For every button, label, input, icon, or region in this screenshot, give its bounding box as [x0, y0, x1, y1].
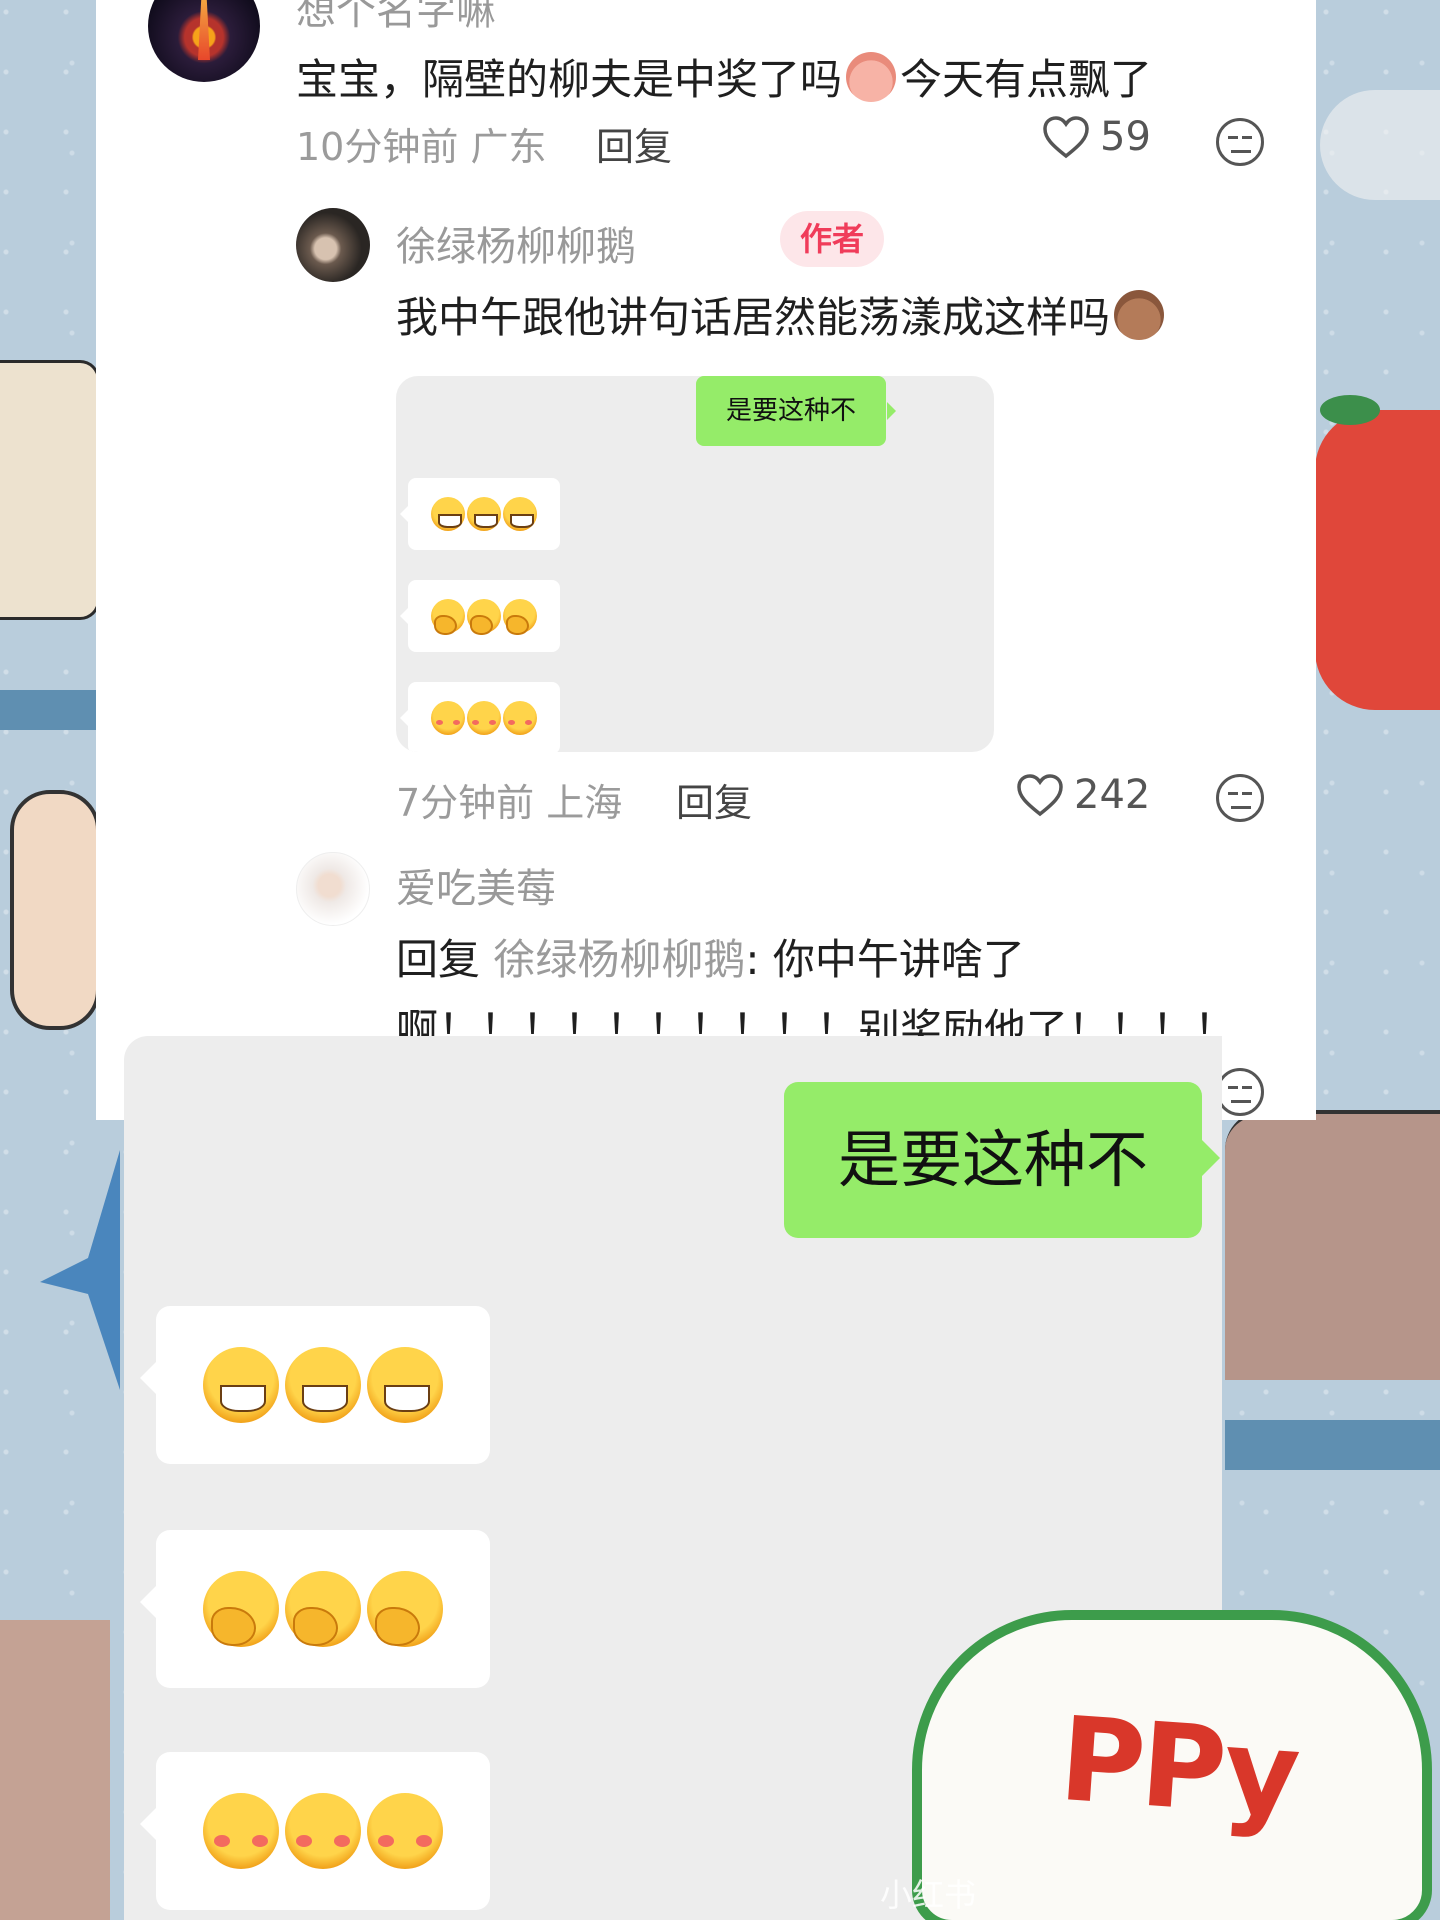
- grin-emoji-icon: [203, 1347, 279, 1423]
- more-options-icon[interactable]: [1216, 1068, 1264, 1116]
- chat-screenshot-image[interactable]: 是要这种不: [396, 376, 994, 752]
- like-count: 242: [1074, 772, 1151, 818]
- background-decoration: [10, 790, 100, 1030]
- heart-icon: [1017, 774, 1063, 817]
- reply-username[interactable]: 爱吃美莓: [396, 856, 556, 914]
- shy-smile-emoji-icon: [203, 1793, 279, 1869]
- shy-smile-emoji-icon: [467, 701, 501, 735]
- like-count: 59: [1100, 114, 1151, 160]
- watermark: 小红书: [880, 1876, 977, 1914]
- background-decoration: [0, 690, 100, 730]
- author-badge: 作者: [780, 211, 885, 267]
- comment-username[interactable]: 想个名字嘛: [296, 0, 496, 36]
- avatar[interactable]: [296, 208, 370, 282]
- chat-bubble-received: [140, 1752, 490, 1910]
- background-decoration: [40, 1150, 120, 1390]
- peach-emoji-icon: [846, 52, 897, 102]
- background-decoration: [0, 360, 100, 620]
- comment-meta: 10分钟前 广东: [296, 125, 547, 169]
- reply-text: 回复 徐绿杨柳柳鹅: 你中午讲啥了: [396, 935, 1025, 984]
- reply-to-username[interactable]: 徐绿杨柳柳鹅: [493, 935, 745, 984]
- heart-icon: [1043, 116, 1089, 159]
- like-button[interactable]: 242: [1016, 772, 1150, 818]
- grin-emoji-icon: [467, 497, 501, 531]
- background-decoration: [1320, 90, 1440, 200]
- cover-mouth-emoji-icon: [467, 599, 501, 635]
- shy-smile-emoji-icon: [285, 1793, 361, 1869]
- sticker-text: PPy: [1055, 1691, 1301, 1844]
- reply-text: 我中午跟他讲句话居然能荡漾成这样吗: [396, 284, 1168, 345]
- shy-smile-emoji-icon: [503, 701, 537, 735]
- chat-bubble-received: [400, 580, 560, 652]
- cover-mouth-emoji-icon: [431, 599, 465, 635]
- bag-emoji-icon: [1114, 290, 1165, 340]
- avatar[interactable]: [296, 852, 370, 926]
- shy-smile-emoji-icon: [367, 1793, 443, 1869]
- leaf-illustration: [1320, 395, 1380, 425]
- cover-mouth-emoji-icon: [285, 1571, 361, 1647]
- chat-bubble-received: [400, 478, 560, 550]
- comment-text: 宝宝，隔壁的柳夫是中奖了吗 今天有点飘了: [296, 46, 1152, 107]
- chat-bubble-received: [140, 1530, 490, 1688]
- grin-emoji-icon: [503, 497, 537, 531]
- background-decoration: [1225, 1110, 1440, 1380]
- reply-meta: 7分钟前 上海: [396, 781, 623, 825]
- chat-bubble-received: [140, 1306, 490, 1464]
- background-decoration: [0, 1620, 110, 1920]
- chat-bubble-sent: 是要这种不: [784, 1082, 1220, 1238]
- more-options-icon[interactable]: [1216, 774, 1264, 822]
- chat-bubble-sent: 是要这种不: [696, 376, 896, 446]
- like-button[interactable]: 59: [1042, 114, 1151, 160]
- chat-bubble-received: [400, 682, 560, 752]
- comment-thread: 想个名字嘛 宝宝，隔壁的柳夫是中奖了吗 今天有点飘了 10分钟前 广东 回复 59…: [96, 0, 1316, 1120]
- avatar[interactable]: [148, 0, 260, 82]
- tomato-illustration: [1315, 410, 1440, 710]
- background-decoration: [1225, 1420, 1440, 1470]
- reply-button[interactable]: 回复: [676, 772, 752, 827]
- cover-mouth-emoji-icon: [203, 1571, 279, 1647]
- cover-mouth-emoji-icon: [503, 599, 537, 635]
- grin-emoji-icon: [285, 1347, 361, 1423]
- more-options-icon[interactable]: [1216, 118, 1264, 166]
- reply-button[interactable]: 回复: [596, 116, 672, 171]
- grin-emoji-icon: [431, 497, 465, 531]
- grin-emoji-icon: [367, 1347, 443, 1423]
- reply-username[interactable]: 徐绿杨柳柳鹅: [396, 214, 636, 272]
- shy-smile-emoji-icon: [431, 701, 465, 735]
- cover-mouth-emoji-icon: [367, 1571, 443, 1647]
